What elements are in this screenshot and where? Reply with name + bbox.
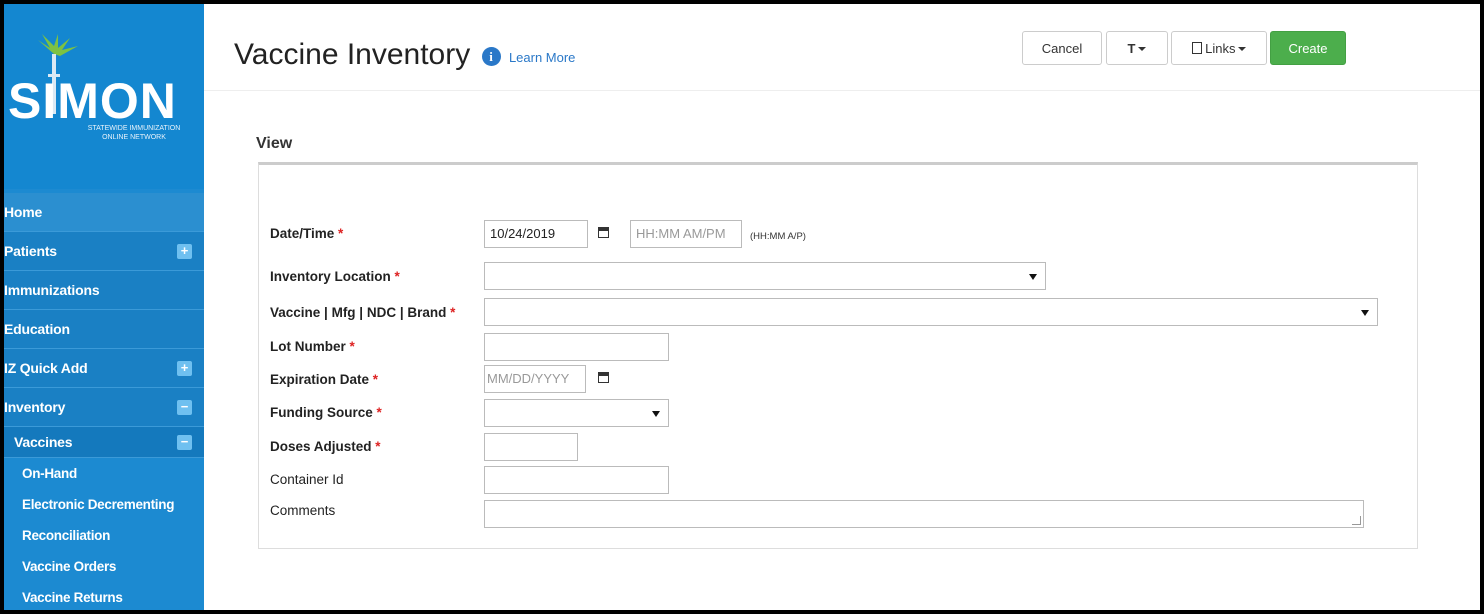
cancel-button[interactable]: Cancel — [1022, 31, 1102, 65]
sidebar-item-home[interactable]: Home — [4, 193, 204, 232]
required-mark: * — [372, 372, 379, 387]
info-icon[interactable]: i — [481, 47, 501, 66]
logo-brand: SIMON — [8, 73, 177, 129]
sidebar-item-label: Education — [4, 321, 70, 337]
comments-label: Comments — [270, 503, 336, 518]
sidebar-item-label: IZ Quick Add — [4, 360, 88, 376]
document-icon — [1191, 42, 1202, 54]
inventory-location-label: Inventory Location * — [270, 269, 400, 284]
dropdown-arrow-icon — [1361, 310, 1369, 316]
resize-handle-icon[interactable] — [1352, 516, 1361, 525]
funding-source-label: Funding Source * — [270, 405, 382, 420]
required-mark: * — [338, 226, 344, 241]
calendar-icon[interactable] — [598, 227, 609, 238]
doses-adjusted-label: Doses Adjusted * — [270, 439, 381, 454]
sidebar-nav: Home Patients + Immunizations Education I… — [4, 193, 204, 610]
learn-more-link[interactable]: Learn More — [509, 50, 575, 65]
sidebar-item-on-hand[interactable]: On-Hand — [4, 458, 204, 489]
tools-dropdown-button[interactable]: T — [1106, 31, 1168, 65]
dropdown-arrow-icon — [1029, 274, 1037, 280]
required-mark: * — [394, 269, 400, 284]
label-text: Date/Time — [270, 226, 335, 241]
sidebar-item-label: Patients — [4, 243, 57, 259]
logo-subtitle-line1: STATEWIDE IMMUNIZATION — [87, 125, 181, 132]
required-mark: * — [349, 339, 355, 354]
sidebar-item-vaccines[interactable]: Vaccines − — [4, 427, 204, 458]
expiration-date-input[interactable]: MM/DD/YYYY — [484, 365, 586, 393]
vaccine-label: Vaccine | Mfg | NDC | Brand * — [270, 305, 455, 320]
lot-number-input[interactable] — [484, 333, 669, 361]
date-input[interactable]: 10/24/2019 — [484, 220, 588, 248]
expand-icon[interactable]: + — [177, 361, 192, 376]
create-button[interactable]: Create — [1270, 31, 1346, 65]
links-label: Links — [1205, 41, 1236, 56]
sidebar: SIMON STATEWIDE IMMUNIZATION ONLINE NETW… — [4, 4, 204, 610]
logo-subtitle: STATEWIDE IMMUNIZATION ONLINE NETWORK — [78, 124, 190, 142]
sidebar-item-label: Inventory — [4, 399, 66, 415]
sidebar-item-label: Home — [4, 204, 43, 220]
sidebar-item-label: Immunizations — [4, 282, 100, 298]
expiration-date-label: Expiration Date * — [270, 372, 378, 387]
section-title: View — [256, 135, 293, 152]
chevron-down-icon — [1138, 47, 1147, 51]
label-text: Vaccine | Mfg | NDC | Brand — [270, 305, 447, 320]
required-mark: * — [375, 439, 381, 454]
container-id-input[interactable] — [484, 466, 669, 494]
simon-logo[interactable]: SIMON STATEWIDE IMMUNIZATION ONLINE NETW… — [4, 4, 204, 189]
links-dropdown-button[interactable]: Links — [1171, 31, 1267, 65]
container-id-label: Container Id — [270, 472, 344, 487]
label-text: Lot Number — [270, 339, 346, 354]
sidebar-item-education[interactable]: Education — [4, 310, 204, 349]
collapse-icon[interactable]: − — [177, 400, 192, 415]
sidebar-item-immunizations[interactable]: Immunizations — [4, 271, 204, 310]
form-panel — [258, 162, 1418, 549]
sidebar-item-iz-quick-add[interactable]: IZ Quick Add + — [4, 349, 204, 388]
time-format-hint: (HH:MM A/P) — [750, 231, 806, 242]
datetime-label: Date/Time * — [270, 226, 343, 241]
page-title: Vaccine Inventory i Learn More — [234, 38, 575, 72]
label-text: Expiration Date — [270, 372, 370, 387]
page-title-text: Vaccine Inventory — [234, 38, 471, 71]
sidebar-item-electronic-decrementing[interactable]: Electronic Decrementing — [4, 489, 204, 520]
sidebar-item-vaccine-orders[interactable]: Vaccine Orders — [4, 551, 204, 582]
sidebar-item-reconciliation[interactable]: Reconciliation — [4, 520, 204, 551]
inventory-location-select[interactable] — [484, 262, 1046, 290]
time-input[interactable]: HH:MM AM/PM — [630, 220, 742, 248]
sidebar-item-inventory[interactable]: Inventory − — [4, 388, 204, 427]
funding-source-select[interactable] — [484, 399, 669, 427]
time-placeholder: HH:MM AM/PM — [636, 226, 726, 241]
expand-icon[interactable]: + — [177, 244, 192, 259]
dropdown-arrow-icon — [652, 411, 660, 417]
required-mark: * — [376, 405, 382, 420]
label-text: Doses Adjusted — [270, 439, 372, 454]
label-text: Funding Source — [270, 405, 373, 420]
comments-textarea[interactable] — [484, 500, 1364, 528]
sidebar-item-vaccine-returns[interactable]: Vaccine Returns — [4, 582, 204, 610]
calendar-icon[interactable] — [598, 372, 609, 383]
sidebar-item-patients[interactable]: Patients + — [4, 232, 204, 271]
logo-subtitle-line2: ONLINE NETWORK — [102, 134, 166, 141]
collapse-icon[interactable]: − — [177, 435, 192, 450]
sidebar-item-label: Vaccines — [14, 434, 73, 450]
expiration-placeholder: MM/DD/YYYY — [487, 371, 570, 386]
tools-icon: T — [1127, 41, 1136, 56]
lot-number-label: Lot Number * — [270, 339, 355, 354]
required-mark: * — [450, 305, 456, 320]
doses-adjusted-input[interactable] — [484, 433, 578, 461]
label-text: Inventory Location — [270, 269, 391, 284]
header-divider — [204, 90, 1480, 91]
chevron-down-icon — [1238, 47, 1247, 51]
vaccine-select[interactable] — [484, 298, 1378, 326]
